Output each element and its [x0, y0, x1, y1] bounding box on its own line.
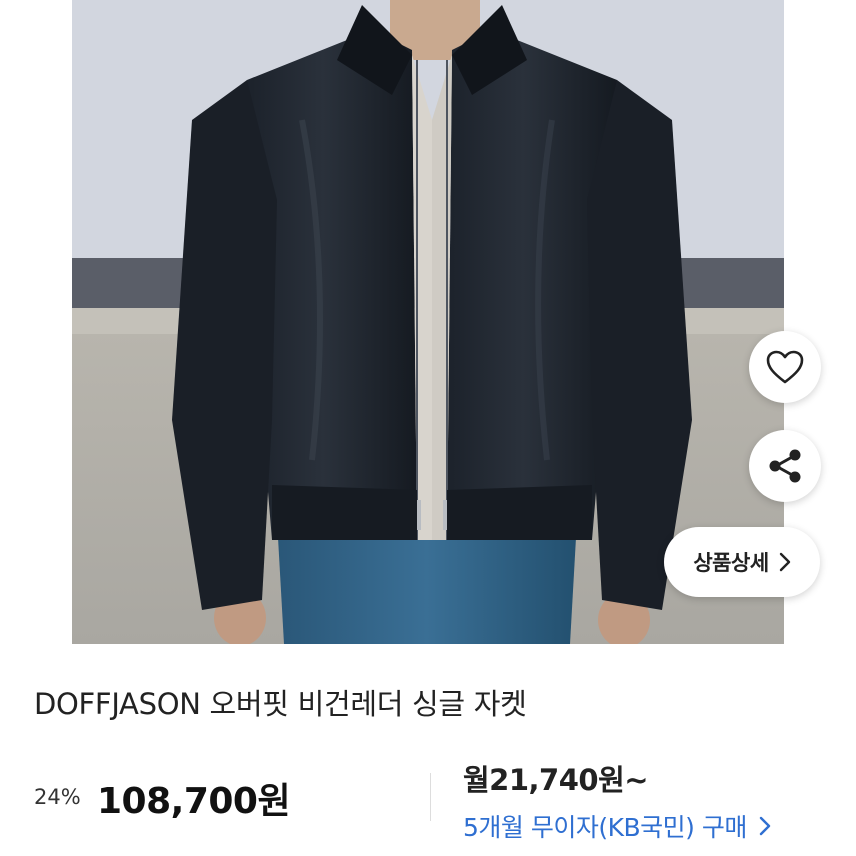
monthly-price: 월21,740원~: [463, 763, 649, 797]
sale-price: 108,700원: [97, 781, 291, 822]
product-title: DOFFJASON 오버핏 비건레더 싱글 자켓: [34, 687, 527, 721]
chevron-right-icon: [779, 552, 790, 572]
price-divider: [430, 773, 431, 821]
product-detail-button[interactable]: 상품상세: [664, 527, 820, 597]
chevron-right-icon: [759, 816, 771, 836]
product-page: 상품상세 DOFFJASON 오버핏 비건레더 싱글 자켓 24% 108,70…: [0, 0, 856, 856]
heart-icon: [766, 350, 804, 384]
share-icon: [769, 449, 801, 483]
like-button[interactable]: [749, 331, 821, 403]
product-detail-label: 상품상세: [693, 551, 769, 575]
installment-label: 5개월 무이자(KB국민) 구매: [463, 813, 747, 842]
discount-rate: 24%: [34, 785, 81, 809]
installment-link[interactable]: 5개월 무이자(KB국민) 구매: [463, 808, 771, 844]
share-button[interactable]: [749, 430, 821, 502]
